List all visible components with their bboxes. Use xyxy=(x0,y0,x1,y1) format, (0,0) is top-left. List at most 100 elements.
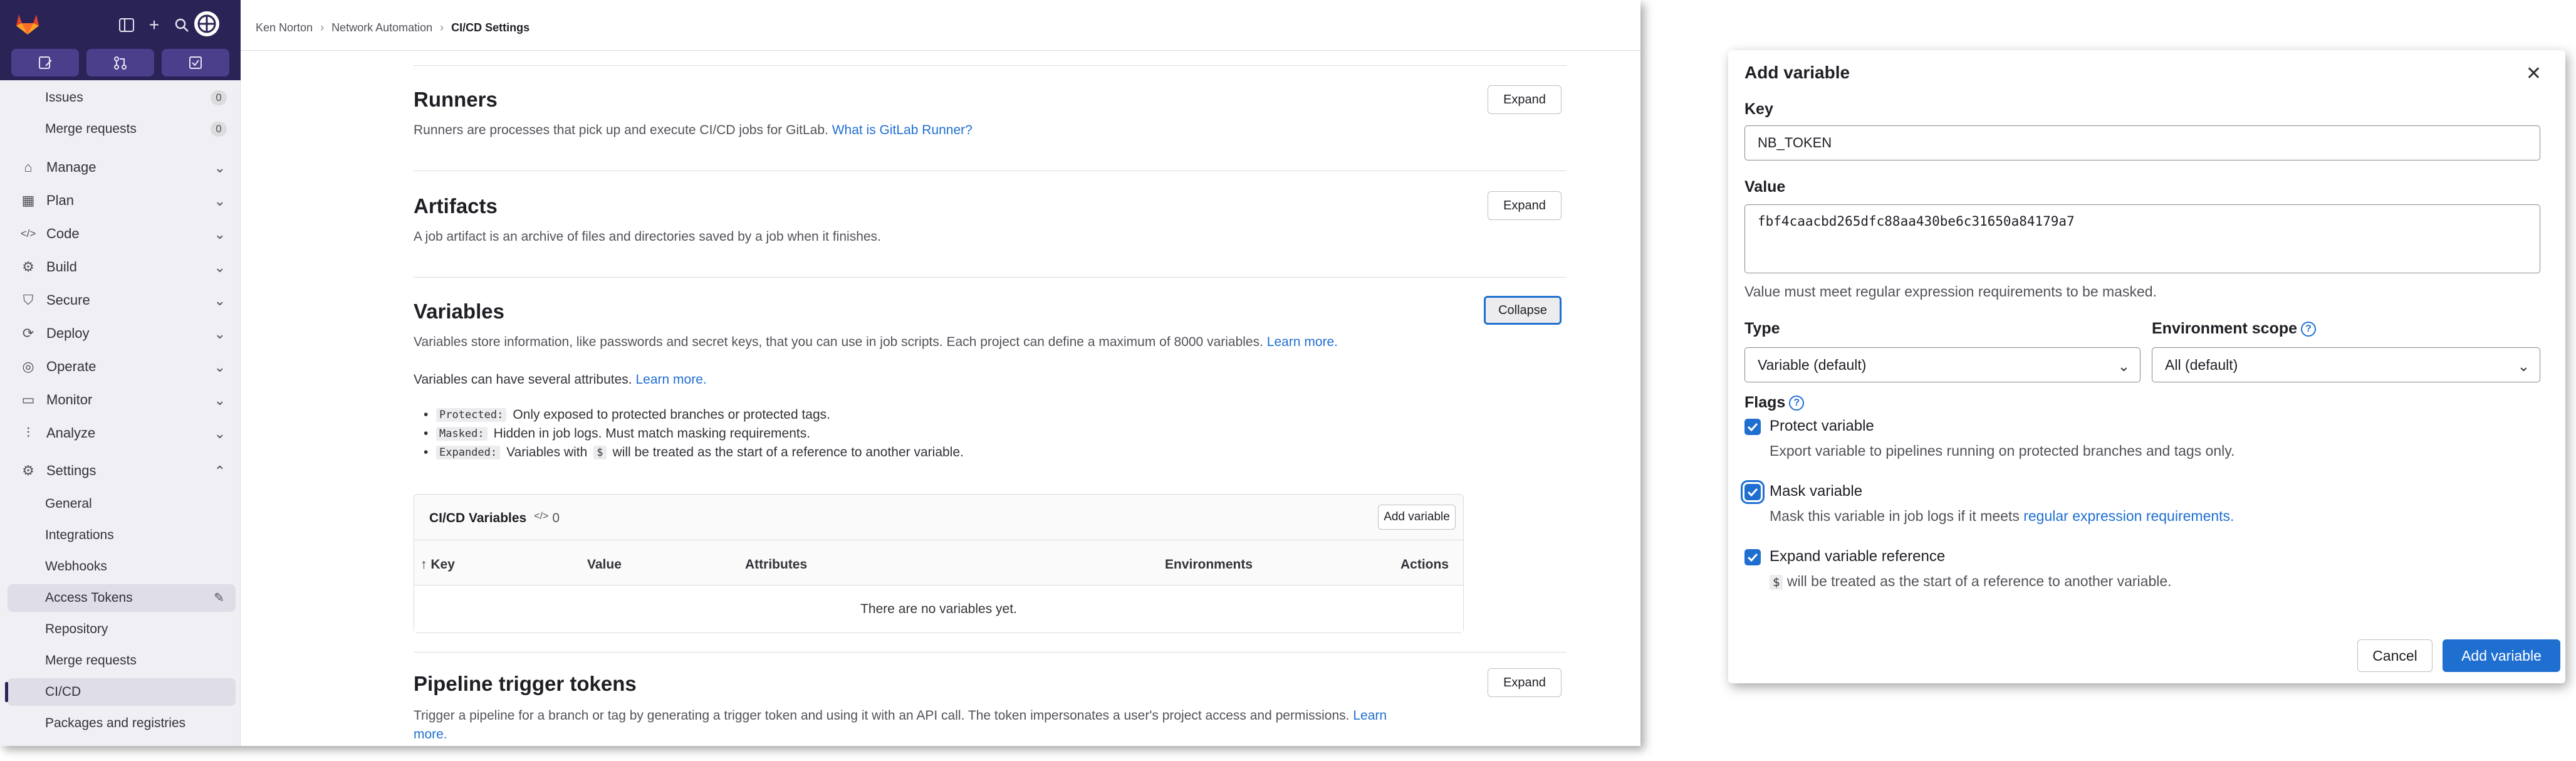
sidebar-item-label: Issues xyxy=(45,90,83,105)
pipeline-title: Pipeline trigger tokens xyxy=(414,672,637,695)
column-key[interactable]: ↑ Key xyxy=(420,557,455,572)
sidebar-item-general[interactable]: General xyxy=(8,490,236,518)
attribute-bullet-protected: Protected: Only exposed to protected bran… xyxy=(424,407,830,422)
sidebar-item-webhooks[interactable]: Webhooks xyxy=(8,553,236,580)
environment-scope-select[interactable]: All (default) ⌄ xyxy=(2152,347,2540,382)
attribute-text: Variables with xyxy=(506,445,588,459)
sidebar-group-deploy[interactable]: ⟳ Deploy ⌄ xyxy=(8,320,236,347)
type-selected-value: Variable (default) xyxy=(1758,357,1867,373)
breadcrumb-current[interactable]: CI/CD Settings xyxy=(451,21,529,34)
expand-variable-checkbox[interactable] xyxy=(1744,549,1761,565)
add-variable-submit-button[interactable]: Add variable xyxy=(2443,639,2560,672)
variables-attributes-intro: Variables can have several attributes. L… xyxy=(414,372,707,387)
sidebar-item-merge-requests-settings[interactable]: Merge requests xyxy=(8,647,236,674)
sidebar-item-merge-requests[interactable]: Merge requests 0 xyxy=(8,115,236,143)
variables-collapse-button[interactable]: Collapse xyxy=(1484,296,1562,325)
chevron-down-icon: ⌄ xyxy=(214,426,226,441)
sidebar-item-label: Monitor xyxy=(46,392,93,407)
variables-learn-more-link[interactable]: Learn more. xyxy=(1267,335,1338,349)
avatar[interactable] xyxy=(194,11,219,36)
breadcrumb: Ken Norton › Network Automation › CI/CD … xyxy=(256,21,529,34)
card-header: CI/CD Variables </> 0 xyxy=(429,511,560,526)
monitor-icon: ▭ xyxy=(21,392,35,407)
sidebar-group-secure[interactable]: ⛉ Secure ⌄ xyxy=(8,286,236,314)
sidebar-item-cicd[interactable]: CI/CD xyxy=(5,678,236,706)
sidebar-group-analyze[interactable]: ⫶ Analyze ⌄ xyxy=(8,419,236,447)
gitlab-logo-icon[interactable] xyxy=(14,10,41,38)
search-icon[interactable] xyxy=(170,14,193,36)
plan-icon: ▦ xyxy=(21,192,35,208)
attribute-code: $ xyxy=(593,446,607,459)
sidebar-item-label: Webhooks xyxy=(45,559,107,574)
protect-variable-checkbox[interactable] xyxy=(1744,419,1761,435)
sidebar-item-issues[interactable]: Issues 0 xyxy=(8,84,236,112)
sidebar-group-manage[interactable]: ⌂ Manage ⌄ xyxy=(8,154,236,181)
runners-expand-button[interactable]: Expand xyxy=(1488,85,1562,114)
sidebar-group-plan[interactable]: ▦ Plan ⌄ xyxy=(8,187,236,214)
sidebar-item-label: CI/CD xyxy=(45,685,81,699)
active-indicator xyxy=(5,682,8,702)
add-variable-button[interactable]: Add variable xyxy=(1378,505,1456,530)
type-select[interactable]: Variable (default) ⌄ xyxy=(1744,347,2141,382)
sidebar-header: + xyxy=(0,0,241,80)
breadcrumb-item[interactable]: Ken Norton xyxy=(256,21,313,34)
header-divider xyxy=(241,50,1640,51)
sidebar-item-label: Operate xyxy=(46,359,96,374)
sidebar-group-build[interactable]: ⚙ Build ⌄ xyxy=(8,253,236,281)
variables-description: Variables store information, like passwo… xyxy=(414,335,1338,350)
gitlab-window: + Issues 0 Merge requests 0 ⌂ Manage ⌄ ▦ Plan… xyxy=(0,0,1640,746)
help-icon[interactable]: ? xyxy=(2301,322,2316,337)
deploy-icon: ⟳ xyxy=(22,325,34,341)
pipeline-learn-more-link[interactable]: Learn xyxy=(1353,708,1387,723)
value-textarea[interactable]: fbf4caacbd265dfc88aa430be6c31650a84179a7 xyxy=(1744,204,2540,273)
sidebar-toggle-icon[interactable] xyxy=(115,14,138,36)
merge-request-tab-icon[interactable] xyxy=(86,49,154,76)
sidebar-item-label: Analyze xyxy=(46,425,96,441)
sidebar-item-label: Packages and registries xyxy=(45,716,186,730)
close-icon[interactable]: ✕ xyxy=(2526,63,2542,85)
env-selected-value: All (default) xyxy=(2165,357,2238,373)
sidebar-group-operate[interactable]: ◎ Operate ⌄ xyxy=(8,353,236,381)
column-actions: Actions xyxy=(1400,557,1449,572)
column-attributes: Attributes xyxy=(745,557,808,572)
sidebar-item-label: Secure xyxy=(46,292,90,308)
sidebar-item-label: Settings xyxy=(46,463,96,478)
sidebar-item-label: General xyxy=(45,496,92,511)
todo-tab-icon[interactable] xyxy=(162,49,229,76)
breadcrumb-item[interactable]: Network Automation xyxy=(331,21,432,34)
attributes-learn-more-link[interactable]: Learn more. xyxy=(635,372,706,387)
dialog-title: Add variable xyxy=(1744,63,1850,82)
sidebar-item-access-tokens[interactable]: Access Tokens ✎ xyxy=(8,584,236,612)
build-icon: ⚙ xyxy=(22,259,34,275)
environment-scope-label: Environment scope? xyxy=(2152,320,2316,338)
help-icon[interactable]: ? xyxy=(1789,396,1805,411)
mask-variable-checkbox[interactable] xyxy=(1744,484,1761,500)
sidebar-group-monitor[interactable]: ▭ Monitor ⌄ xyxy=(8,386,236,414)
sidebar-item-packages[interactable]: Packages and registries xyxy=(8,710,236,737)
runners-title: Runners xyxy=(414,88,498,111)
attribute-code: Masked: xyxy=(436,427,488,441)
sidebar-item-label: Integrations xyxy=(45,528,114,542)
issues-tab-icon[interactable] xyxy=(11,49,79,76)
pin-icon[interactable]: ✎ xyxy=(214,590,224,606)
runners-desc-text: Runners are processes that pick up and e… xyxy=(414,123,828,137)
pipeline-learn-more-link[interactable]: more. xyxy=(414,727,447,742)
column-environments: Environments xyxy=(1165,557,1253,572)
attribute-text: Only exposed to protected branches or pr… xyxy=(513,407,830,422)
runners-help-link[interactable]: What is GitLab Runner? xyxy=(832,123,973,137)
protect-variable-help: Export variable to pipelines running on … xyxy=(1770,443,2235,459)
key-input[interactable]: NB_TOKEN xyxy=(1744,125,2540,160)
chevron-down-icon: ⌄ xyxy=(214,260,226,275)
plus-icon[interactable]: + xyxy=(143,14,165,36)
regex-requirements-link[interactable]: regular expression requirements. xyxy=(2023,508,2234,524)
sidebar-item-repository[interactable]: Repository xyxy=(8,616,236,643)
sidebar-group-settings[interactable]: ⚙ Settings ⌃ xyxy=(8,457,236,485)
sidebar-item-integrations[interactable]: Integrations xyxy=(8,522,236,549)
pipeline-expand-button[interactable]: Expand xyxy=(1488,668,1562,697)
cancel-button[interactable]: Cancel xyxy=(2357,639,2433,672)
flags-label: Flags? xyxy=(1744,394,1805,412)
empty-state-text: There are no variables yet. xyxy=(414,586,1463,632)
artifacts-expand-button[interactable]: Expand xyxy=(1488,191,1562,220)
sidebar-group-code[interactable]: </> Code ⌄ xyxy=(8,220,236,248)
type-label: Type xyxy=(1744,320,1780,337)
